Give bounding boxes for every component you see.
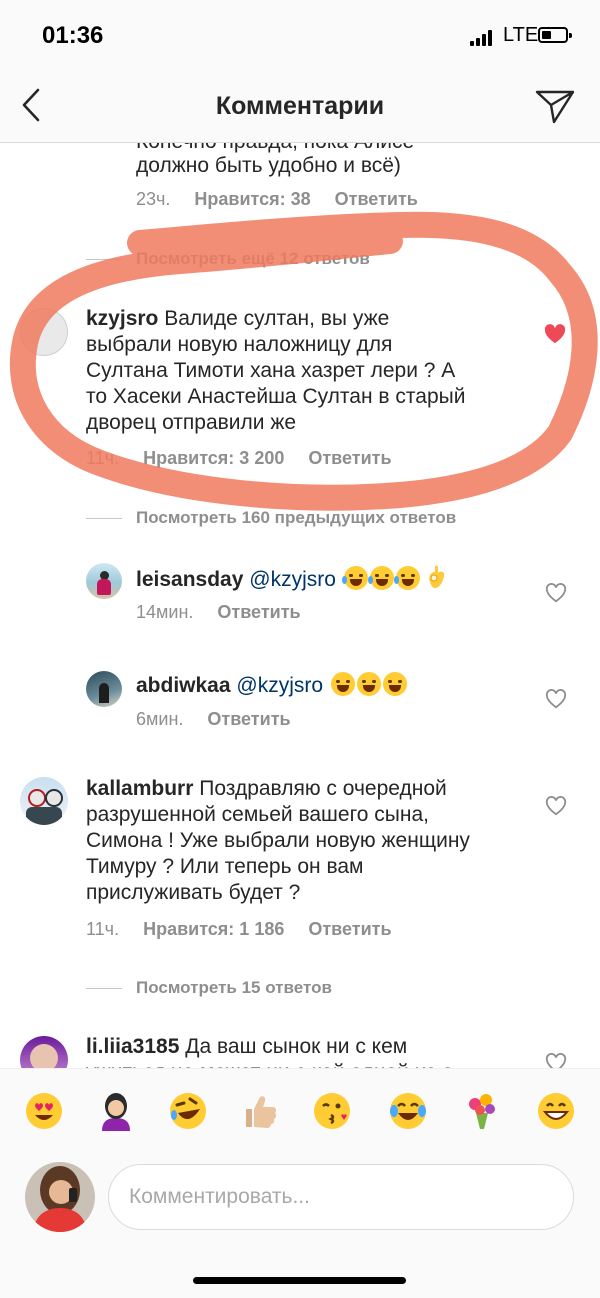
status-time: 01:36 bbox=[42, 22, 104, 49]
comment-meta: 11ч. Нравится: 1 186 Ответить bbox=[86, 919, 392, 940]
comment-username[interactable]: abdiwkaa bbox=[136, 674, 231, 697]
reply-text-line: leisansday @kzyjsro bbox=[136, 564, 448, 593]
comment-text-line: должно быть удобно и всё) bbox=[136, 154, 401, 177]
reply-button[interactable]: Ответить bbox=[217, 602, 300, 622]
kissing-emoji-button[interactable] bbox=[312, 1091, 352, 1131]
heart-outline-icon[interactable] bbox=[545, 1053, 567, 1068]
comment-input[interactable] bbox=[108, 1164, 574, 1230]
quick-emoji-bar bbox=[0, 1068, 600, 1157]
view-more-label: Посмотреть 160 предыдущих ответов bbox=[136, 508, 457, 527]
grin-sweat-emoji bbox=[382, 672, 407, 696]
battery-icon bbox=[538, 27, 572, 43]
thumbs-up-emoji-button[interactable] bbox=[240, 1091, 280, 1131]
avatar[interactable] bbox=[20, 777, 68, 825]
comment-username[interactable]: li.liia3185 bbox=[86, 1035, 179, 1058]
avatar[interactable] bbox=[86, 671, 122, 707]
comment-text: Да ваш сынок ни с кем bbox=[185, 1035, 408, 1058]
comment-meta: 14мин. Ответить bbox=[136, 602, 301, 623]
page-title: Комментарии bbox=[215, 92, 385, 120]
joy-emoji-button[interactable] bbox=[388, 1091, 428, 1131]
comment-text-line: Тимуру ? Или теперь он вам bbox=[86, 855, 364, 878]
heart-outline-icon[interactable] bbox=[545, 583, 567, 603]
likes-count[interactable]: Нравится: 3 200 bbox=[143, 448, 284, 468]
reply-button[interactable]: Ответить bbox=[308, 919, 391, 939]
comment-text: Валиде султан, вы уже bbox=[164, 307, 390, 330]
view-more-label: Посмотреть 15 ответов bbox=[136, 978, 332, 997]
comment-text-line: разрушенной семьей вашего сына, bbox=[86, 803, 430, 826]
heart-eyes-emoji-button[interactable] bbox=[24, 1091, 64, 1131]
comment-composer bbox=[0, 1156, 600, 1298]
heart-filled-icon[interactable] bbox=[544, 324, 566, 344]
comment-text-line: прислуживать будет ? bbox=[86, 881, 301, 904]
comment-text-line: выбрали новую наложницу для bbox=[86, 333, 393, 356]
signal-icon bbox=[470, 30, 496, 46]
home-indicator bbox=[193, 1277, 406, 1284]
grin-sweat-emoji bbox=[330, 672, 355, 696]
joy-emoji bbox=[393, 566, 420, 590]
comment-meta: 6мин. Ответить bbox=[136, 709, 291, 730]
nav-header: Комментарии bbox=[0, 70, 600, 143]
comment-text-line: ужиться не может ни с кой одной из о bbox=[86, 1060, 454, 1068]
comment-time: 23ч. bbox=[136, 189, 171, 209]
comment-time: 11ч. bbox=[86, 919, 120, 939]
likes-count[interactable]: Нравится: 1 186 bbox=[143, 919, 284, 939]
comment-username[interactable]: kzyjsro bbox=[86, 307, 158, 330]
heart-outline-icon[interactable] bbox=[545, 689, 567, 709]
joy-emoji bbox=[367, 566, 394, 590]
rofl-emoji-button[interactable] bbox=[168, 1091, 208, 1131]
woman-emoji-button[interactable] bbox=[96, 1091, 136, 1131]
avatar[interactable] bbox=[20, 308, 68, 356]
status-bar: 01:36 LTE bbox=[0, 0, 600, 70]
reply-text-line: abdiwkaa @kzyjsro bbox=[136, 672, 407, 699]
view-more-replies[interactable]: Посмотреть ещё 12 ответов bbox=[86, 249, 370, 269]
comment-text-line: Симона ! Уже выбрали новую женщину bbox=[86, 829, 470, 852]
view-more-replies[interactable]: Посмотреть 160 предыдущих ответов bbox=[86, 508, 456, 528]
comment-text-line: Султана Тимоти хана хазрет лери ? А bbox=[86, 359, 456, 382]
comment-username[interactable]: leisansday bbox=[136, 568, 243, 591]
joy-emoji bbox=[341, 566, 368, 590]
ok-hand-emoji bbox=[428, 565, 444, 588]
comment-username[interactable]: kallamburr bbox=[86, 777, 193, 800]
likes-count[interactable]: Нравится: 38 bbox=[194, 189, 310, 209]
comment-meta: 11ч. Нравится: 3 200 Ответить bbox=[86, 448, 392, 469]
reply-button[interactable]: Ответить bbox=[207, 709, 290, 729]
heart-outline-icon[interactable] bbox=[545, 796, 567, 816]
comment-meta: 23ч. Нравится: 38 Ответить bbox=[136, 189, 418, 210]
comment-text-line: kzyjsro Валиде султан, вы уже bbox=[86, 306, 389, 332]
avatar[interactable] bbox=[20, 1036, 68, 1068]
network-type: LTE bbox=[503, 24, 539, 46]
direct-share-button[interactable] bbox=[532, 84, 578, 128]
mention-link[interactable]: @kzyjsro bbox=[236, 674, 323, 697]
comments-list[interactable]: Конечно правда, пока Алисе должно быть у… bbox=[0, 143, 600, 1068]
comment-time: 14мин. bbox=[136, 602, 194, 622]
grinning-emoji-button[interactable] bbox=[536, 1091, 576, 1131]
reply-button[interactable]: Ответить bbox=[308, 448, 391, 468]
comment-text-line: kallamburr Поздравляю с очередной bbox=[86, 776, 447, 802]
grin-sweat-emoji bbox=[356, 672, 381, 696]
comment-text-line: li.liia3185 Да ваш сынок ни с кем bbox=[86, 1034, 407, 1060]
comment-text: Поздравляю с очередной bbox=[199, 777, 447, 800]
view-more-replies[interactable]: Посмотреть 15 ответов bbox=[86, 978, 332, 998]
comment-time: 6мин. bbox=[136, 709, 184, 729]
comment-text-line: то Хасеки Анастейша Султан в старый bbox=[86, 385, 466, 408]
reply-button[interactable]: Ответить bbox=[335, 189, 418, 209]
view-more-label: Посмотреть ещё 12 ответов bbox=[136, 249, 370, 268]
comment-text-line: дворец отправили же bbox=[86, 411, 297, 434]
mention-link[interactable]: @kzyjsro bbox=[249, 568, 336, 591]
paper-plane-icon bbox=[535, 90, 575, 124]
comment-time: 11ч. bbox=[86, 448, 120, 468]
avatar[interactable] bbox=[86, 563, 122, 599]
bouquet-emoji-button[interactable] bbox=[462, 1091, 502, 1131]
my-avatar bbox=[25, 1162, 95, 1232]
